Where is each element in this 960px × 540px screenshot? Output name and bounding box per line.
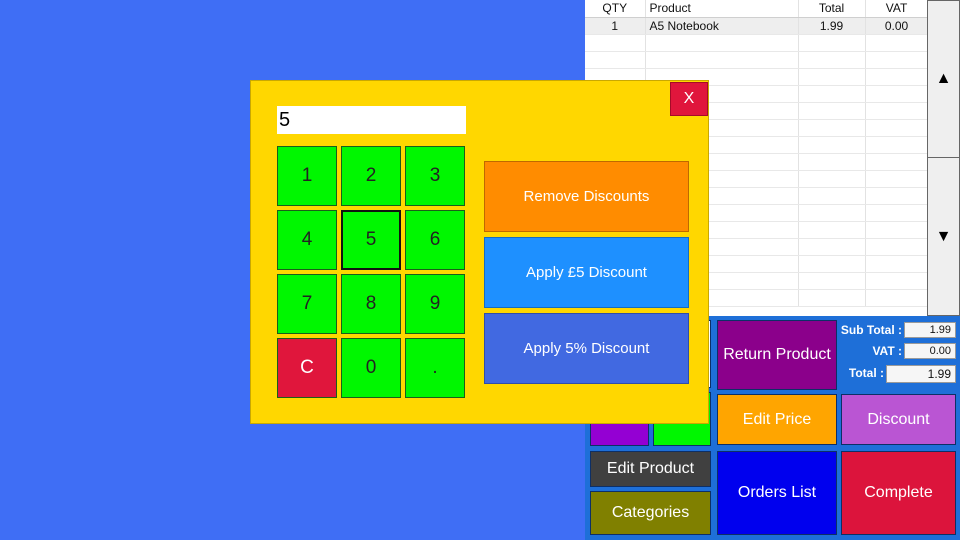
- empty-cell: [865, 187, 929, 205]
- empty-cell: [865, 85, 929, 103]
- empty-cell: [865, 51, 929, 69]
- empty-cell: [798, 51, 866, 69]
- column-header-qty[interactable]: QTY: [585, 0, 646, 18]
- column-header-product[interactable]: Product: [645, 0, 799, 18]
- row-vat: 0.00: [865, 17, 929, 35]
- arrow-down-icon: ▼: [935, 227, 952, 245]
- empty-cell: [798, 34, 866, 52]
- empty-cell: [865, 34, 929, 52]
- row-qty: 1: [585, 17, 646, 35]
- edit-product-button[interactable]: Edit Product: [590, 451, 711, 487]
- vat-row: VAT : 0.00: [838, 342, 960, 360]
- keypad-key-9[interactable]: 9: [405, 274, 465, 334]
- keypad-key-7[interactable]: 7: [277, 274, 337, 334]
- orders-list-button[interactable]: Orders List: [717, 451, 837, 535]
- column-header-vat[interactable]: VAT: [865, 0, 929, 18]
- scroll-up-button[interactable]: ▲: [927, 0, 960, 158]
- keypad-key-6[interactable]: 6: [405, 210, 465, 270]
- complete-button[interactable]: Complete: [841, 451, 956, 535]
- empty-cell: [798, 119, 866, 137]
- empty-cell: [798, 238, 866, 256]
- return-product-button[interactable]: Return Product: [717, 320, 837, 390]
- empty-cell: [865, 136, 929, 154]
- empty-cell: [798, 289, 866, 307]
- apply-percent-discount-button[interactable]: Apply 5% Discount: [484, 313, 689, 384]
- empty-cell: [585, 34, 646, 52]
- empty-cell: [865, 170, 929, 188]
- discount-dialog: X 123 456 789 C0. Remove Discounts Apply £5…: [250, 80, 709, 424]
- vat-value: 0.00: [904, 343, 956, 359]
- discount-button[interactable]: Discount: [841, 394, 956, 445]
- empty-cell: [798, 102, 866, 120]
- keypad-key-2[interactable]: 2: [341, 146, 401, 206]
- empty-cell: [798, 68, 866, 86]
- empty-row: [585, 34, 929, 52]
- empty-cell: [798, 187, 866, 205]
- remove-discounts-button[interactable]: Remove Discounts: [484, 161, 689, 232]
- column-header-total[interactable]: Total: [798, 0, 866, 18]
- empty-cell: [798, 255, 866, 273]
- empty-cell: [865, 255, 929, 273]
- keypad-key-3[interactable]: 3: [405, 146, 465, 206]
- empty-cell: [865, 272, 929, 290]
- empty-row: [585, 51, 929, 69]
- keypad-key-4[interactable]: 4: [277, 210, 337, 270]
- empty-cell: [865, 289, 929, 307]
- total-label: Total :: [848, 366, 884, 380]
- empty-cell: [865, 204, 929, 222]
- empty-cell: [798, 153, 866, 171]
- subtotal-value: 1.99: [904, 322, 956, 338]
- empty-cell: [798, 170, 866, 188]
- keypad-decimal-button[interactable]: .: [405, 338, 465, 398]
- discount-amount-input[interactable]: [277, 106, 466, 134]
- empty-cell: [865, 153, 929, 171]
- subtotal-row: Sub Total : 1.99: [838, 321, 960, 339]
- table-row[interactable]: 1 A5 Notebook 1.99 0.00: [585, 17, 929, 35]
- empty-cell: [865, 221, 929, 239]
- empty-cell: [645, 34, 799, 52]
- empty-cell: [798, 272, 866, 290]
- vat-label: VAT :: [872, 344, 902, 358]
- total-row: Total : 1.99: [838, 364, 960, 383]
- empty-cell: [585, 51, 646, 69]
- close-button[interactable]: X: [670, 82, 708, 116]
- row-total: 1.99: [798, 17, 866, 35]
- subtotal-label: Sub Total :: [840, 323, 902, 337]
- empty-cell: [865, 102, 929, 120]
- empty-cell: [865, 68, 929, 86]
- empty-cell: [798, 136, 866, 154]
- keypad-key-1[interactable]: 1: [277, 146, 337, 206]
- total-value: 1.99: [886, 365, 956, 383]
- keypad-clear-button[interactable]: C: [277, 338, 337, 398]
- empty-cell: [798, 221, 866, 239]
- apply-fixed-discount-button[interactable]: Apply £5 Discount: [484, 237, 689, 308]
- scroll-down-button[interactable]: ▼: [927, 157, 960, 316]
- table-header-row: QTY Product Total VAT: [585, 0, 929, 18]
- edit-price-button[interactable]: Edit Price: [717, 394, 837, 445]
- keypad-key-5[interactable]: 5: [341, 210, 401, 270]
- arrow-up-icon: ▲: [935, 70, 952, 87]
- empty-cell: [865, 119, 929, 137]
- categories-button[interactable]: Categories: [590, 491, 711, 535]
- empty-cell: [865, 238, 929, 256]
- totals-panel: Sub Total : 1.99 VAT : 0.00 Total : 1.99: [838, 320, 960, 390]
- keypad-key-8[interactable]: 8: [341, 274, 401, 334]
- row-product: A5 Notebook: [645, 17, 799, 35]
- empty-cell: [798, 85, 866, 103]
- keypad-key-0[interactable]: 0: [341, 338, 401, 398]
- empty-cell: [645, 51, 799, 69]
- empty-cell: [798, 204, 866, 222]
